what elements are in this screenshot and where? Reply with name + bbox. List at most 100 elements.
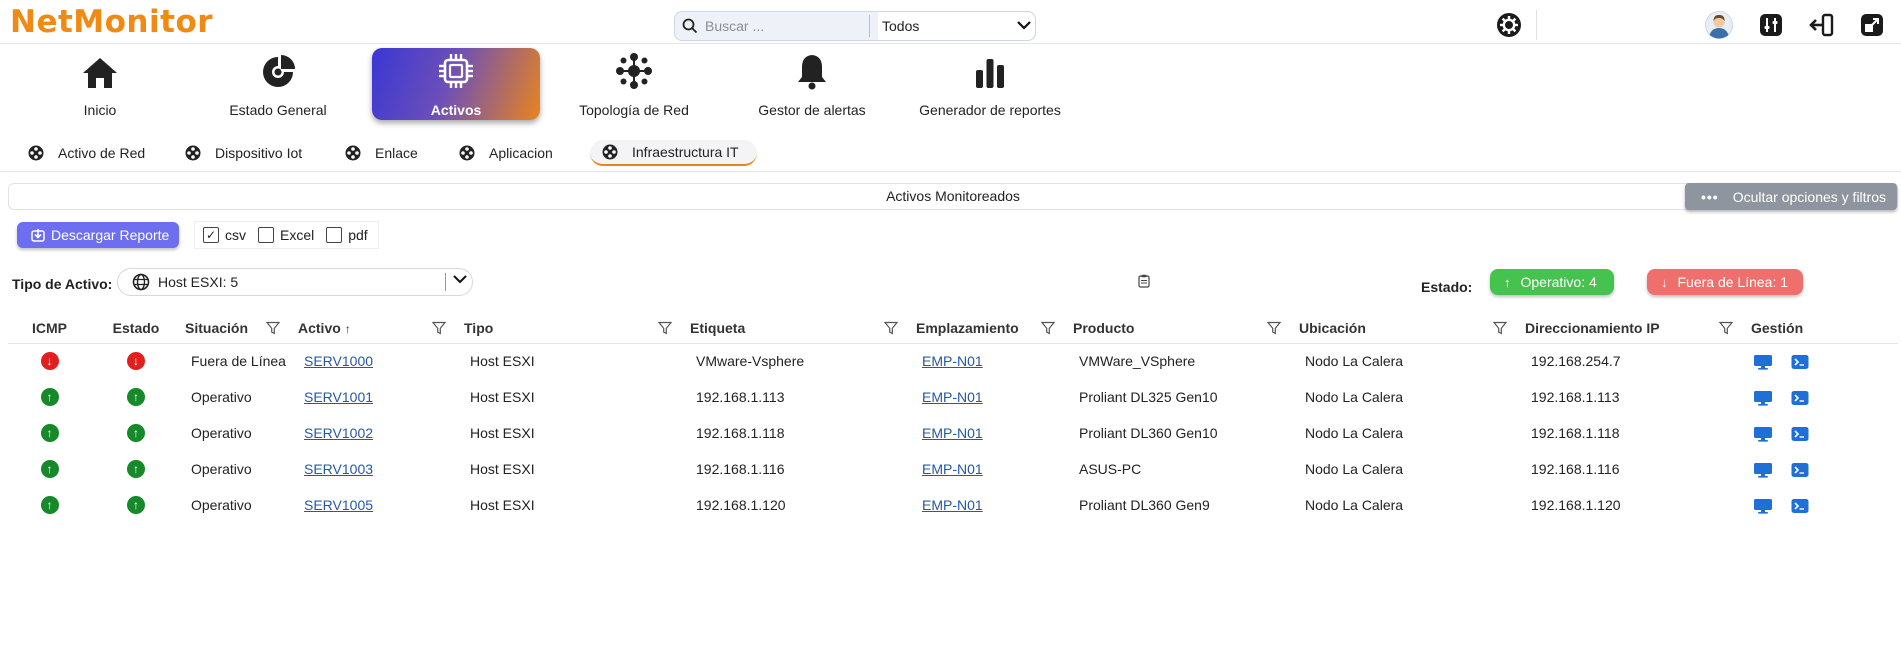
location-link[interactable]: EMP-N01: [922, 389, 983, 405]
cell-ip: 192.168.1.116: [1531, 461, 1620, 477]
terminal-icon[interactable]: [1791, 498, 1809, 514]
icmp-up-icon: ↑: [40, 424, 59, 442]
app-logo[interactable]: NetMonitor: [10, 4, 213, 40]
col-header-estado[interactable]: Estado: [91, 313, 181, 344]
asset-link[interactable]: SERV1002: [304, 425, 373, 441]
filter-icon[interactable]: [658, 321, 672, 335]
format-pdf[interactable]: pdf: [326, 227, 368, 243]
monitor-icon[interactable]: [1753, 354, 1773, 370]
filter-icon[interactable]: [1493, 321, 1507, 335]
operativo-filter-badge[interactable]: ↑ Operativo: 4: [1490, 269, 1614, 295]
search-icon[interactable]: [675, 18, 705, 34]
col-header-producto[interactable]: Producto: [1069, 313, 1295, 344]
nav-inicio[interactable]: Inicio: [16, 48, 184, 120]
cell-activo: SERV1001: [294, 379, 460, 415]
tab-enlace[interactable]: Enlace: [345, 140, 418, 166]
terminal-icon[interactable]: [1791, 426, 1809, 442]
asset-link[interactable]: SERV1001: [304, 389, 373, 405]
monitor-icon[interactable]: [1753, 498, 1773, 514]
col-header-ip[interactable]: Direccionamiento IP: [1521, 313, 1747, 344]
nav-gestor-alertas[interactable]: Gestor de alertas: [728, 48, 896, 120]
film-reel-icon: [345, 145, 361, 161]
expand-icon[interactable]: [1858, 11, 1886, 39]
hide-filters-button[interactable]: ••• Ocultar opciones y filtros: [1685, 183, 1897, 210]
filter-icon[interactable]: [1267, 321, 1281, 335]
cell-gestion: [1747, 415, 1898, 451]
col-header-emplazamiento[interactable]: Emplazamiento: [912, 313, 1069, 344]
search-input[interactable]: [705, 18, 865, 34]
search-divider: [869, 15, 870, 37]
location-link[interactable]: EMP-N01: [922, 461, 983, 477]
table-row[interactable]: ↑ ↑ Operativo SERV1003 Host ESXI 192.168.1.11…: [8, 451, 1898, 487]
monitor-icon[interactable]: [1753, 426, 1773, 442]
table-row[interactable]: ↓ ↓ Fuera de Línea SERV1000 Host ESXI VMware-…: [8, 343, 1898, 379]
col-header-ubicacion[interactable]: Ubicación: [1295, 313, 1521, 344]
cell-situacion: Fuera de Línea: [191, 353, 286, 370]
nav-generador-reportes[interactable]: Generador de reportes: [906, 48, 1074, 120]
asset-link[interactable]: SERV1000: [304, 353, 373, 369]
search-scope-select[interactable]: Todos: [878, 12, 1035, 40]
sort-asc-icon[interactable]: ↑: [345, 322, 351, 336]
format-csv[interactable]: ✓ csv: [203, 227, 246, 243]
film-reel-icon: [602, 144, 618, 160]
format-excel[interactable]: Excel: [258, 227, 314, 243]
search-bar: Todos: [674, 11, 1036, 41]
table-row[interactable]: ↑ ↑ Operativo SERV1001 Host ESXI 192.168.1.11…: [8, 379, 1898, 415]
table-row[interactable]: ↑ ↑ Operativo SERV1005 Host ESXI 192.168.1.12…: [8, 487, 1898, 523]
download-report-button[interactable]: Descargar Reporte: [17, 222, 179, 248]
cell-etiqueta: 192.168.1.118: [696, 425, 785, 441]
tab-activo-de-red[interactable]: Activo de Red: [28, 140, 145, 166]
terminal-icon[interactable]: [1791, 354, 1809, 370]
equalizer-icon[interactable]: [1757, 11, 1785, 39]
nav-label: Inicio: [83, 102, 117, 118]
checkbox[interactable]: [326, 227, 343, 243]
col-header-etiqueta[interactable]: Etiqueta: [686, 313, 912, 344]
checkbox[interactable]: [258, 227, 274, 243]
tab-dispositivo-iot[interactable]: Dispositivo Iot: [185, 140, 302, 166]
chevron-down-icon: [1017, 19, 1031, 33]
asset-type-select[interactable]: Host ESXI: 5: [117, 268, 473, 296]
avatar[interactable]: [1705, 11, 1733, 39]
filter-icon[interactable]: [884, 321, 898, 335]
gear-icon[interactable]: [1495, 11, 1523, 39]
asset-link[interactable]: SERV1005: [304, 497, 373, 513]
location-link[interactable]: EMP-N01: [922, 425, 983, 441]
col-header-tipo[interactable]: Tipo: [460, 313, 686, 344]
format-label: pdf: [348, 227, 368, 243]
tab-aplicacion[interactable]: Aplicacion: [459, 140, 553, 166]
asset-link[interactable]: SERV1003: [304, 461, 373, 477]
cell-emplazamiento: EMP-N01: [912, 451, 1069, 487]
nav-topologia[interactable]: Topología de Red: [550, 48, 718, 120]
film-reel-icon: [459, 145, 475, 161]
table-row[interactable]: ↑ ↑ Operativo SERV1002 Host ESXI 192.168.1.11…: [8, 415, 1898, 451]
terminal-icon[interactable]: [1791, 390, 1809, 406]
location-link[interactable]: EMP-N01: [922, 353, 983, 369]
status-up-icon: ↑: [127, 388, 145, 406]
monitor-icon[interactable]: [1753, 390, 1773, 406]
col-header-situacion[interactable]: Situación: [181, 313, 294, 344]
nav-estado-general[interactable]: Estado General: [194, 48, 362, 120]
filter-icon[interactable]: [432, 321, 446, 335]
monitor-icon[interactable]: [1753, 462, 1773, 478]
tab-infraestructura-it[interactable]: Infraestructura IT: [590, 140, 757, 166]
cell-situacion: Operativo: [191, 497, 252, 513]
nav-activos[interactable]: Activos: [372, 48, 540, 120]
clipboard-icon[interactable]: [1138, 274, 1150, 291]
format-options: ✓ csv Excel pdf: [194, 221, 379, 249]
cell-gestion: [1747, 343, 1898, 379]
col-header-activo[interactable]: Activo ↑: [294, 313, 460, 344]
cell-estado: ↑: [91, 487, 181, 523]
cell-tipo: Host ESXI: [470, 425, 535, 441]
filter-icon[interactable]: [1719, 321, 1733, 335]
filter-icon[interactable]: [1041, 321, 1055, 335]
terminal-icon[interactable]: [1791, 462, 1809, 478]
location-link[interactable]: EMP-N01: [922, 497, 983, 513]
col-header-icmp[interactable]: ICMP: [8, 313, 91, 344]
filter-icon[interactable]: [266, 321, 280, 335]
download-report-label: Descargar Reporte: [51, 227, 170, 243]
table-body: ↓ ↓ Fuera de Línea SERV1000 Host ESXI VMware-…: [8, 343, 1898, 523]
fuera-linea-filter-badge[interactable]: ↓ Fuera de Línea: 1: [1647, 269, 1803, 295]
checkbox-checked[interactable]: ✓: [203, 227, 219, 243]
logout-icon[interactable]: [1807, 11, 1835, 39]
server-globe-icon: [132, 273, 150, 291]
